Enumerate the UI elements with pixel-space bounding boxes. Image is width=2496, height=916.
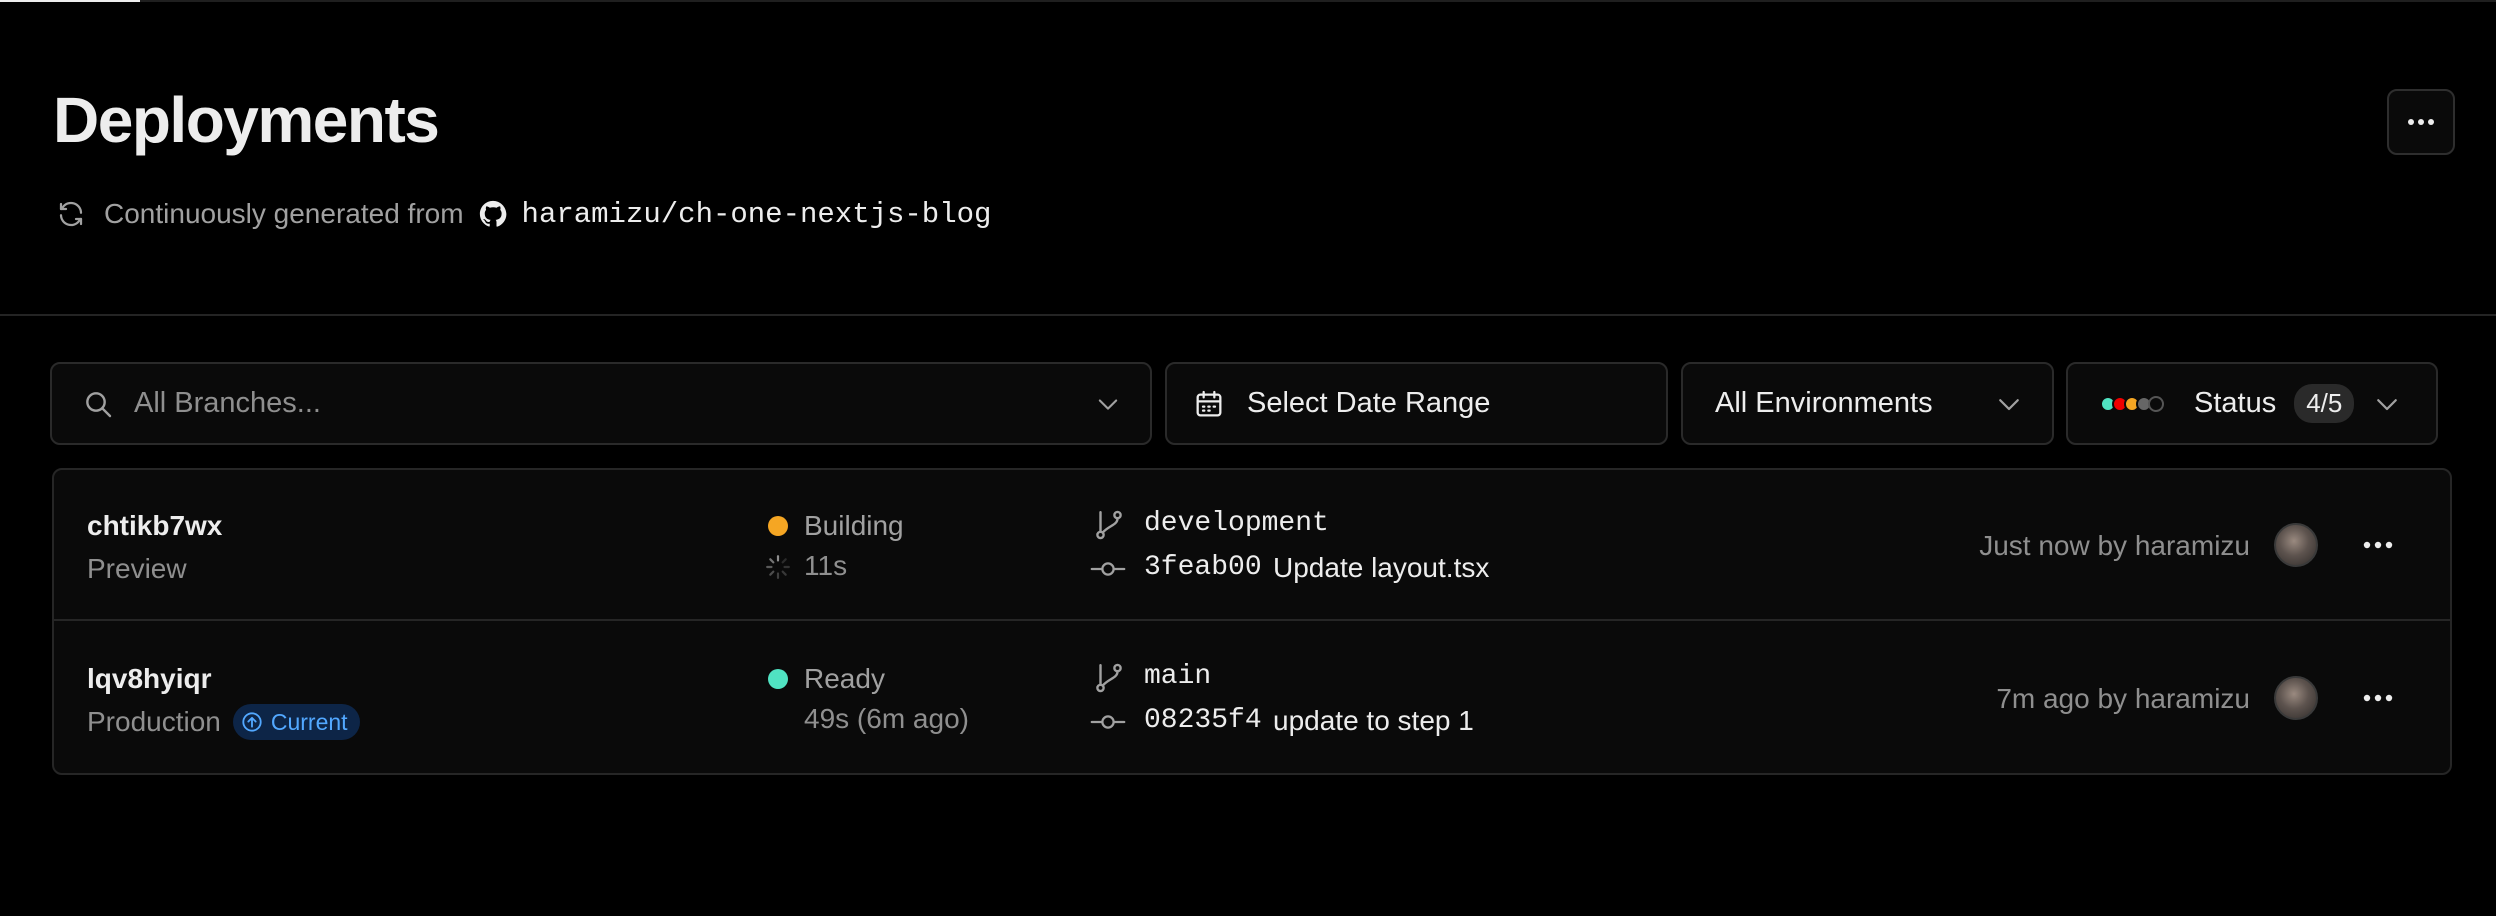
ellipsis-icon <box>2408 119 2434 125</box>
deployment-duration: 49s (6m ago) <box>804 703 969 734</box>
chevron-down-icon <box>2377 398 2398 410</box>
chevron-down-icon <box>1098 398 1118 410</box>
status-filter[interactable]: Status 4/5 <box>2066 362 2438 445</box>
deployment-row[interactable]: chtikb7wx Preview Building 11s developme… <box>54 470 2450 621</box>
date-range-label: Select Date Range <box>1247 387 1491 419</box>
status-dots-icon <box>2100 394 2170 414</box>
subtitle-prefix: Continuously generated from <box>104 198 464 229</box>
deployment-status: Ready <box>804 663 885 694</box>
deployment-branch[interactable]: main <box>1144 661 1211 692</box>
repo-source: Continuously generated from haramizu/ch-… <box>56 196 991 232</box>
deployment-id[interactable]: chtikb7wx <box>87 510 222 542</box>
commit-message[interactable]: Update layout.tsx <box>1273 552 1489 584</box>
status-filter-label: Status <box>2194 387 2277 419</box>
current-badge: Current <box>232 704 360 740</box>
deployment-status: Building <box>804 510 904 541</box>
deployment-meta: 7m ago by haramizu <box>1996 683 2250 714</box>
row-more-options-button[interactable] <box>2354 522 2402 568</box>
repo-link[interactable]: haramizu/ch-one-nextjs-blog <box>522 198 992 231</box>
commit-message[interactable]: update to step 1 <box>1273 705 1474 737</box>
commit-sha[interactable]: 3feab00 <box>1144 552 1262 583</box>
github-icon <box>479 200 506 227</box>
deployment-row[interactable]: lqv8hyiqr Production Current Ready 49s (… <box>54 623 2450 773</box>
deployment-duration: 11s <box>804 550 848 581</box>
branch-search-input[interactable]: All Branches... <box>134 387 1094 420</box>
deployment-id[interactable]: lqv8hyiqr <box>87 663 211 695</box>
deployment-branch[interactable]: development <box>1144 508 1329 539</box>
status-count-badge: 4/5 <box>2294 384 2355 423</box>
search-icon <box>86 391 112 417</box>
git-branch-icon <box>1096 663 1122 693</box>
deployment-environment: Production Current <box>87 703 360 741</box>
page-header: Deployments Continuously generated from … <box>0 0 2496 316</box>
refresh-icon <box>59 201 83 227</box>
calendar-icon <box>1196 390 1222 416</box>
deployment-meta: Just now by haramizu <box>1979 530 2250 561</box>
deployment-environment: Preview <box>87 550 187 588</box>
arrow-up-circle-icon <box>242 712 262 732</box>
git-commit-icon <box>1090 715 1126 729</box>
git-commit-icon <box>1090 562 1126 576</box>
page-title: Deployments <box>53 84 440 156</box>
commit-sha[interactable]: 08235f4 <box>1144 705 1262 736</box>
ellipsis-icon <box>2363 694 2393 702</box>
git-branch-icon <box>1096 510 1122 540</box>
chevron-down-icon <box>1999 398 2019 410</box>
environment-label: Preview <box>87 553 187 584</box>
environment-filter[interactable]: All Environments <box>1681 362 2054 445</box>
status-dot-building <box>768 516 788 536</box>
current-badge-label: Current <box>270 708 348 735</box>
status-dot-ready <box>768 669 788 689</box>
row-more-options-button[interactable] <box>2354 675 2402 721</box>
ellipsis-icon <box>2363 541 2393 549</box>
more-options-button[interactable] <box>2387 89 2455 155</box>
environment-label: Production <box>87 706 221 737</box>
branch-search-filter[interactable]: All Branches... <box>50 362 1152 445</box>
deployments-list: chtikb7wx Preview Building 11s developme… <box>52 468 2452 775</box>
avatar[interactable] <box>2274 676 2318 720</box>
avatar[interactable] <box>2274 523 2318 567</box>
environment-filter-label: All Environments <box>1715 387 1933 419</box>
spinner-icon <box>766 555 790 579</box>
date-range-filter[interactable]: Select Date Range <box>1165 362 1668 445</box>
